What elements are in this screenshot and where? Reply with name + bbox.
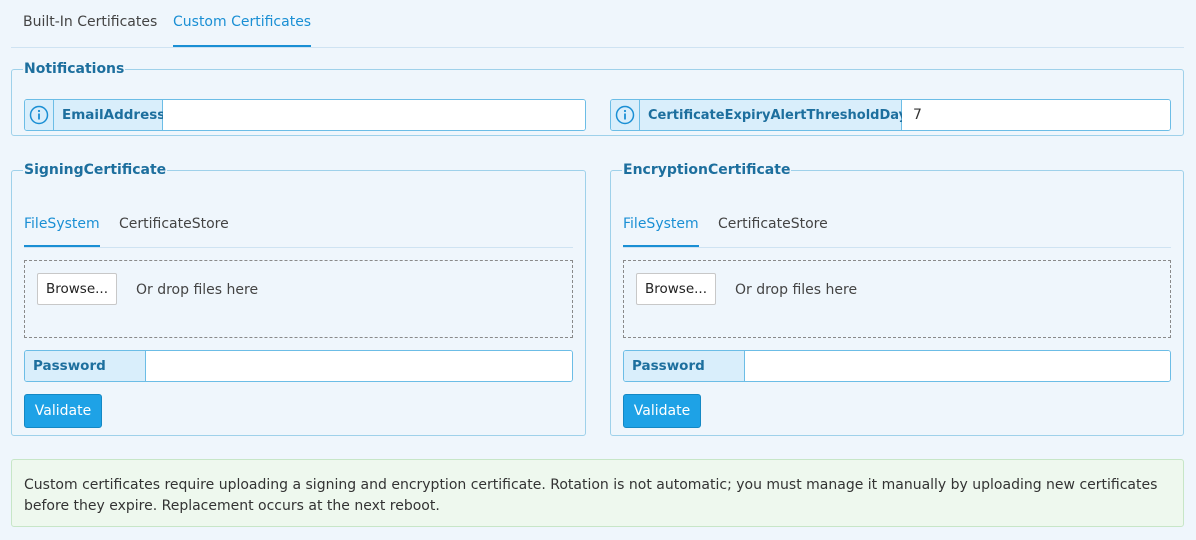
- page: Built-In Certificates Custom Certificate…: [0, 0, 1196, 540]
- signing-source-tabs: FileSystem CertificateStore: [24, 208, 573, 248]
- encryption-drop-zone[interactable]: Browse... Or drop files here: [623, 260, 1171, 338]
- info-icon[interactable]: [611, 100, 640, 130]
- signing-drop-zone[interactable]: Browse... Or drop files here: [24, 260, 573, 338]
- browse-button[interactable]: Browse...: [37, 273, 117, 305]
- encryption-password-input[interactable]: [745, 351, 1170, 381]
- tab-filesystem[interactable]: FileSystem: [623, 216, 699, 247]
- email-address-input[interactable]: [163, 100, 585, 130]
- validate-button[interactable]: Validate: [24, 394, 102, 428]
- email-address-label: EmailAddress: [54, 100, 165, 130]
- signing-certificate-legend: SigningCertificate: [24, 162, 167, 178]
- expiry-threshold-group: CertificateExpiryAlertThresholdDays: [610, 99, 1171, 131]
- notifications-section: Notifications EmailAddress CertificateEx…: [11, 61, 1184, 136]
- drop-files-text: Or drop files here: [735, 282, 858, 298]
- notifications-legend: Notifications: [24, 61, 125, 77]
- tab-built-in-certificates[interactable]: Built-In Certificates: [23, 14, 157, 48]
- encryption-source-tabs: FileSystem CertificateStore: [623, 208, 1171, 248]
- signing-certificate-section: SigningCertificate FileSystem Certificat…: [11, 162, 586, 436]
- tab-certificatestore[interactable]: CertificateStore: [119, 216, 229, 248]
- tab-custom-certificates[interactable]: Custom Certificates: [173, 14, 312, 47]
- info-icon[interactable]: [25, 100, 54, 130]
- email-address-group: EmailAddress: [24, 99, 586, 131]
- browse-button[interactable]: Browse...: [636, 273, 716, 305]
- encryption-password-group: Password: [623, 350, 1171, 382]
- expiry-threshold-input[interactable]: [902, 100, 1170, 130]
- info-note: Custom certificates require uploading a …: [11, 459, 1184, 527]
- certificate-tabs: Built-In Certificates Custom Certificate…: [11, 0, 1184, 48]
- encryption-certificate-section: EncryptionCertificate FileSystem Certifi…: [610, 162, 1184, 436]
- tab-certificatestore[interactable]: CertificateStore: [718, 216, 828, 248]
- expiry-threshold-label: CertificateExpiryAlertThresholdDays: [640, 100, 915, 130]
- tab-filesystem[interactable]: FileSystem: [24, 216, 100, 247]
- signing-password-group: Password: [24, 350, 573, 382]
- validate-button[interactable]: Validate: [623, 394, 701, 428]
- password-label: Password: [25, 351, 146, 381]
- encryption-certificate-legend: EncryptionCertificate: [623, 162, 791, 178]
- signing-password-input[interactable]: [146, 351, 572, 381]
- drop-files-text: Or drop files here: [136, 282, 259, 298]
- password-label: Password: [624, 351, 745, 381]
